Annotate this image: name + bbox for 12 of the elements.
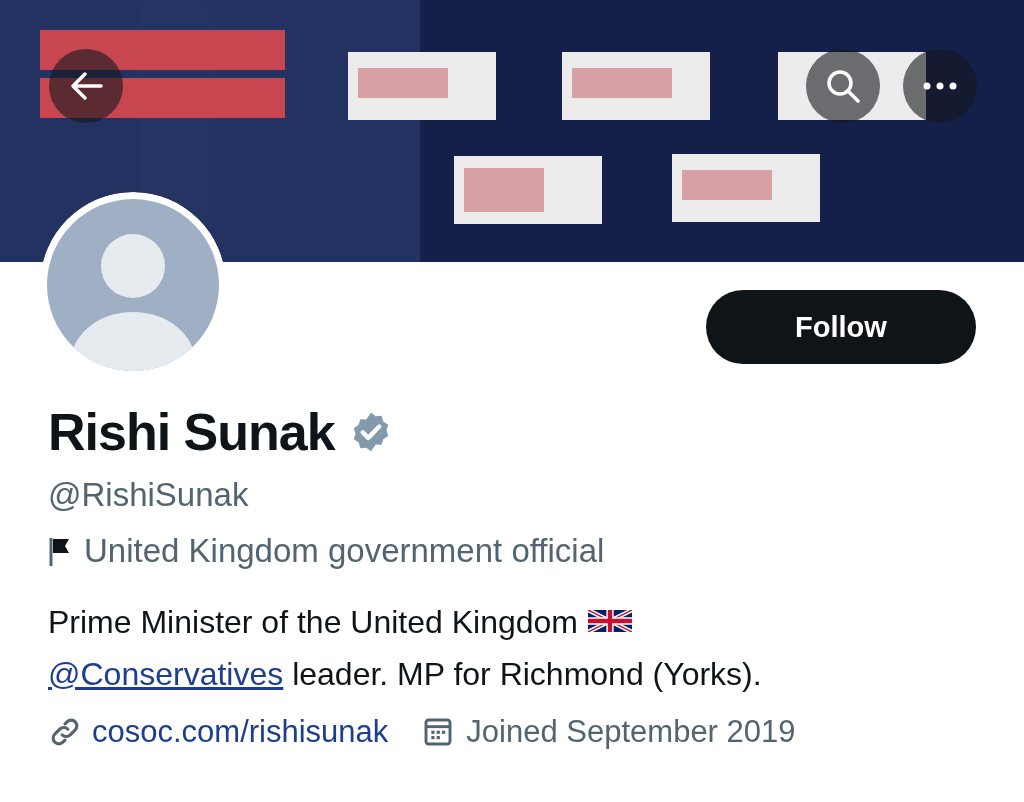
profile-handle: @RishiSunak bbox=[48, 476, 250, 514]
mention-link[interactable]: @Conservatives bbox=[48, 656, 284, 692]
back-arrow-icon bbox=[69, 71, 103, 101]
website-link[interactable]: cosoc.com/rishisunak bbox=[92, 714, 389, 750]
bio-text: Prime Minister of the United Kingdom @Conservatives leader. MP for Richmond (Yorks). bbox=[48, 603, 763, 694]
category-label: United Kingdom government official bbox=[84, 532, 605, 570]
profile-name: Rishi Sunak bbox=[48, 402, 335, 462]
follow-button[interactable]: Follow bbox=[706, 290, 976, 364]
more-icon bbox=[923, 82, 957, 90]
joined-date: Joined September 2019 bbox=[466, 714, 796, 750]
flag-icon bbox=[48, 536, 72, 566]
search-icon bbox=[826, 69, 860, 103]
